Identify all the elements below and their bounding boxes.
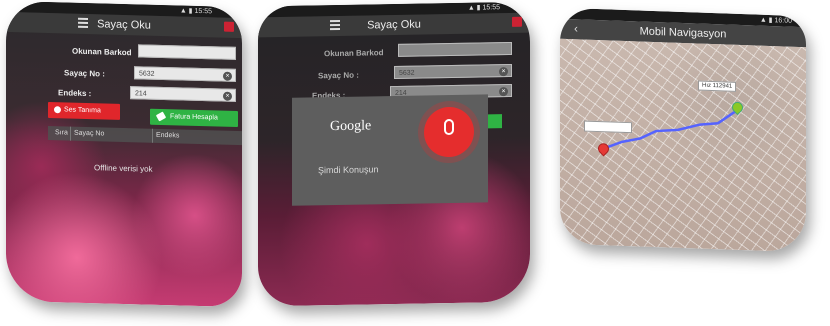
column-header-index: Endeks xyxy=(152,128,180,144)
speak-now-prompt: Şimdi Konuşun xyxy=(318,164,379,176)
index-label: Endeks : xyxy=(58,88,92,99)
calendar-icon[interactable] xyxy=(224,21,234,32)
calendar-icon[interactable] xyxy=(512,16,522,27)
barcode-input[interactable] xyxy=(398,41,512,57)
page-title: Sayaç Oku xyxy=(97,18,151,32)
index-input[interactable]: 214 × xyxy=(130,86,236,102)
phone-screen-navigation: ▲ ▮ 16:00 ‹ Mobil Navigasyon Hız 112941 xyxy=(560,7,806,253)
speed-callout: Hız 112941 xyxy=(698,80,737,92)
barcode-input[interactable] xyxy=(138,44,236,60)
empty-state-message: Offline verisi yok xyxy=(94,163,153,174)
index-value: 214 xyxy=(135,90,147,98)
barcode-label: Okunan Barkod xyxy=(72,46,132,58)
green-button-edge xyxy=(488,114,502,129)
microphone-button[interactable] xyxy=(424,106,474,158)
barcode-label: Okunan Barkod xyxy=(324,48,384,59)
location-callout xyxy=(584,120,632,134)
page-title: Sayaç Oku xyxy=(367,18,421,32)
phone-screen-meter-read: ▲ ▮ 15:55 Sayaç Oku Okunan Barkod Sayaç … xyxy=(6,0,242,308)
meter-no-input[interactable]: 5632 × xyxy=(394,63,512,79)
meter-no-label: Sayaç No : xyxy=(318,70,359,81)
clear-icon[interactable]: × xyxy=(499,87,508,97)
calculate-invoice-button[interactable]: Fatura Hesapla xyxy=(150,108,238,127)
voice-search-dialog: Google Şimdi Konuşun xyxy=(292,94,488,206)
column-header-order: Sıra xyxy=(55,129,68,137)
meter-no-value: 5632 xyxy=(399,69,415,77)
voice-button-label: Ses Tanıma xyxy=(64,106,101,115)
clear-icon[interactable]: × xyxy=(499,67,508,77)
tag-icon xyxy=(155,111,167,122)
clear-icon[interactable]: × xyxy=(223,91,232,101)
meter-no-label: Sayaç No : xyxy=(64,68,105,79)
voice-recognition-button[interactable]: Ses Tanıma xyxy=(48,102,120,120)
clear-icon[interactable]: × xyxy=(223,71,232,81)
google-logo: Google xyxy=(330,118,372,135)
menu-icon[interactable] xyxy=(78,17,88,29)
microphone-icon xyxy=(444,118,454,136)
voice-icon xyxy=(54,106,61,114)
meter-no-value: 5632 xyxy=(139,70,155,78)
invoice-button-label: Fatura Hesapla xyxy=(170,113,218,122)
phone-screen-voice-input: ▲ ▮ 15:55 Sayaç Oku Okunan Barkod Sayaç … xyxy=(258,1,530,307)
meter-no-input[interactable]: 5632 × xyxy=(134,66,236,82)
menu-icon[interactable] xyxy=(330,19,340,31)
column-header-meter-no: Sayaç No xyxy=(70,126,105,142)
